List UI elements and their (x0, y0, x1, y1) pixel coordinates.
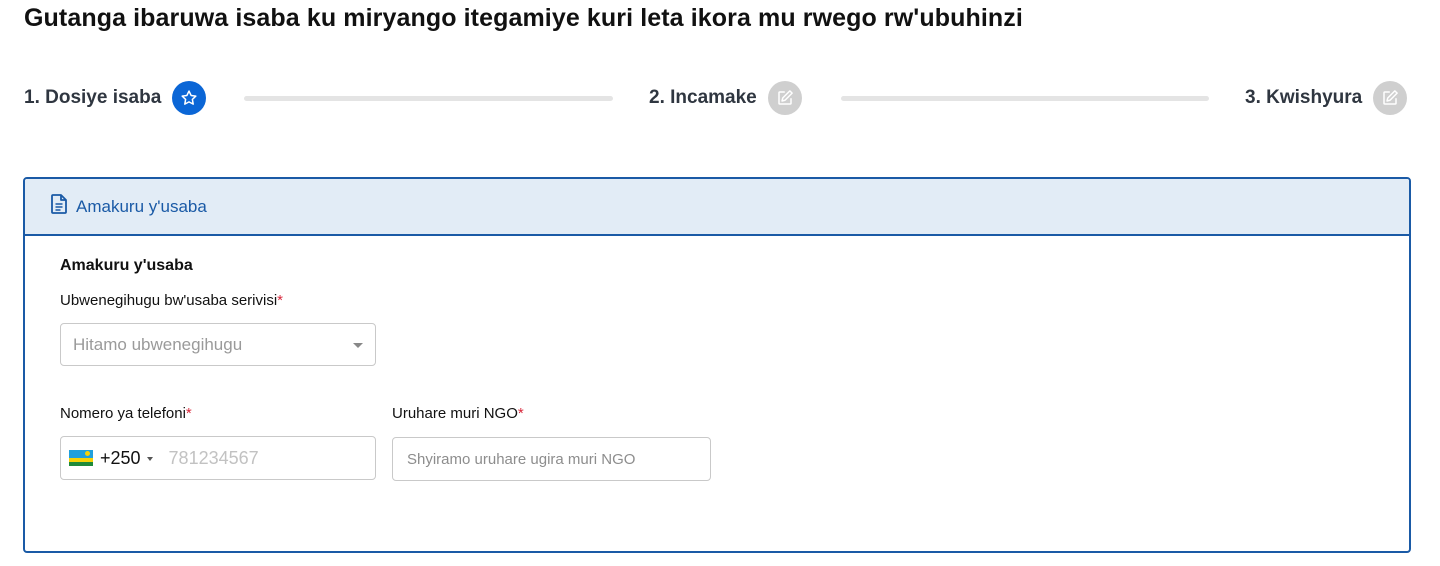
star-icon (172, 81, 207, 115)
step-3-label: 3. Kwishyura (1245, 87, 1363, 108)
step-3[interactable]: 3. Kwishyura (1245, 80, 1408, 116)
rwanda-flag-icon (69, 450, 93, 466)
chevron-down-icon (353, 343, 363, 348)
dial-code[interactable]: +250 (100, 448, 141, 469)
card-header: Amakuru y'usaba (25, 179, 1409, 236)
card-header-title: Amakuru y'usaba (76, 196, 207, 216)
nationality-select[interactable]: Hitamo ubwenegihugu (60, 323, 376, 366)
edit-icon (767, 81, 802, 115)
phone-input[interactable] (166, 446, 331, 470)
step-1-label: 1. Dosiye isaba (24, 87, 162, 108)
edit-icon (1373, 81, 1408, 115)
phone-label: Nomero ya telefoni* (60, 405, 192, 422)
step-2-label: 2. Incamake (649, 87, 757, 108)
nationality-placeholder: Hitamo ubwenegihugu (73, 334, 243, 354)
stepper: 1. Dosiye isaba 2. Incamake 3. Kwishyura (24, 80, 1412, 116)
page-title: Gutanga ibaruwa isaba ku miryango itegam… (24, 4, 1023, 32)
ngo-role-input[interactable] (392, 437, 711, 481)
applicant-info-card: Amakuru y'usaba Amakuru y'usaba Ubwenegi… (23, 177, 1411, 553)
step-connector-1 (244, 96, 613, 101)
required-mark: * (277, 292, 283, 309)
country-dropdown-icon[interactable] (146, 457, 153, 461)
document-icon (50, 194, 68, 219)
nationality-label-text: Ubwenegihugu bw'usaba serivisi (60, 292, 278, 309)
nationality-label: Ubwenegihugu bw'usaba serivisi* (60, 292, 283, 309)
step-connector-2 (841, 96, 1209, 101)
ngo-role-label: Uruhare muri NGO* (392, 405, 524, 422)
phone-label-text: Nomero ya telefoni (60, 405, 186, 422)
step-2[interactable]: 2. Incamake (649, 80, 802, 116)
phone-field: +250 (60, 436, 376, 480)
ngo-role-label-text: Uruhare muri NGO (392, 405, 518, 422)
required-mark: * (185, 405, 192, 422)
required-mark: * (517, 405, 524, 422)
section-title: Amakuru y'usaba (60, 257, 193, 274)
step-1[interactable]: 1. Dosiye isaba (24, 80, 207, 116)
